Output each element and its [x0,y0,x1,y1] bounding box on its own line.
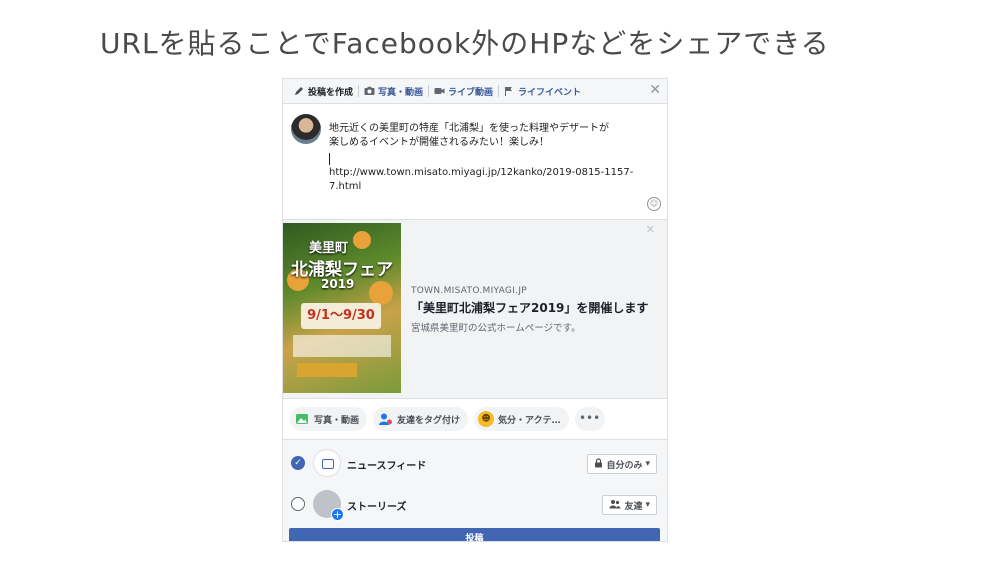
emoji-icon[interactable]: ☺ [647,197,661,211]
poster-year: 2019 [321,277,355,291]
remove-preview-icon[interactable]: ✕ [646,223,655,236]
photo-video-button[interactable]: 写真・動画 [290,407,368,431]
post-url-line: 7.html [329,181,362,192]
tab-life-event-label: ライフイベント [518,87,582,98]
feeling-activity-label: 気分・アクテ… [498,415,561,426]
photo-video-label: 写真・動画 [314,415,360,426]
more-options-icon[interactable]: ••• [574,407,605,431]
link-preview-domain: TOWN.MISATO.MIYAGI.JP [411,286,527,296]
stories-privacy-label: 友達 [624,501,643,512]
stories-checkbox[interactable] [291,497,305,511]
tab-create-post-label: 投稿を作成 [308,87,354,98]
create-post-dialog: 投稿を作成 写真・動画 ライブ動画 ライフイベント ✕ 地元近くの美里町の特産「… [282,78,668,542]
poster-details-block [293,335,391,357]
feeling-activity-button[interactable]: ☻ 気分・アクテ… [474,407,569,431]
post-text-line: 地元近くの美里町の特産「北浦梨」を使った料理やデザートが [329,123,609,134]
avatar [291,114,321,144]
link-preview-title: 「美里町北浦梨フェア2019」を開催します [411,301,649,315]
tab-live-video[interactable]: ライブ動画 [429,79,498,103]
smiley-icon: ☻ [478,411,495,427]
tab-live-video-label: ライブ動画 [448,87,494,98]
tag-friend-icon [377,411,393,427]
tag-friends-button[interactable]: 友達をタグ付け [373,407,469,431]
post-button[interactable]: 投稿 [289,528,660,541]
poster-date: 9/1〜9/30 [301,303,381,329]
newsfeed-privacy-dropdown[interactable]: 自分のみ ▾ [587,454,657,474]
tab-life-event[interactable]: ライフイベント [499,79,586,103]
newsfeed-label: ニュースフィード [347,461,427,472]
post-url-line: http://www.town.misato.miyagi.jp/12kanko… [329,167,634,178]
link-preview-info: TOWN.MISATO.MIYAGI.JP 「美里町北浦梨フェア2019」を開催… [411,286,661,334]
text-cursor [329,153,330,165]
pear-illustration [369,281,393,305]
tab-create-post[interactable]: 投稿を作成 [289,79,358,103]
tab-photo-video-label: 写真・動画 [378,87,424,98]
destination-stories[interactable]: + ストーリーズ 友達 ▾ [283,486,667,522]
photo-icon [294,411,310,427]
pencil-icon [294,86,305,96]
flag-icon [504,86,515,96]
newsfeed-checkbox[interactable]: ✓ [291,456,305,470]
friends-icon [609,499,621,512]
link-preview-image: 美里町 北浦梨フェア 2019 9/1〜9/30 [283,223,401,393]
destination-newsfeed[interactable]: ✓ ニュースフィード 自分のみ ▾ [283,445,667,481]
link-preview-description: 宮城県美里町の公式ホームページです。 [411,323,581,334]
chevron-down-icon: ▾ [645,500,650,510]
camera-icon [364,86,375,96]
post-options-bar: 写真・動画 友達をタグ付け ☻ 気分・アクテ… ••• [283,399,667,440]
newsfeed-privacy-label: 自分のみ [606,460,643,471]
poster-town-name: 美里町 [309,241,349,256]
post-body[interactable]: 地元近くの美里町の特産「北浦梨」を使った料理やデザートが 楽しめるイベントが開催… [283,104,667,219]
video-camera-icon [434,86,445,96]
post-destinations: ✓ ニュースフィード 自分のみ ▾ + ストーリーズ 友達 ▾ 投稿 [283,440,667,541]
link-preview[interactable]: 美里町 北浦梨フェア 2019 9/1〜9/30 TOWN.MISATO.MIY… [283,219,667,399]
composer-tabs: 投稿を作成 写真・動画 ライブ動画 ライフイベント ✕ [283,79,667,104]
close-icon[interactable]: ✕ [649,83,661,97]
stories-privacy-dropdown[interactable]: 友達 ▾ [602,495,657,515]
chevron-down-icon: ▾ [645,459,650,469]
newsfeed-icon [313,449,341,477]
slide-title: URLを貼ることでFacebook外のHPなどをシェアできる [100,27,830,60]
stories-label: ストーリーズ [347,502,407,513]
tag-friends-label: 友達をタグ付け [397,415,461,426]
poster-food-photo [297,363,357,377]
post-text-line: 楽しめるイベントが開催されるみたい！楽しみ！ [329,137,549,148]
tab-photo-video[interactable]: 写真・動画 [359,79,428,103]
lock-icon [594,457,603,471]
add-story-icon: + [331,508,344,521]
pear-illustration [353,231,371,249]
